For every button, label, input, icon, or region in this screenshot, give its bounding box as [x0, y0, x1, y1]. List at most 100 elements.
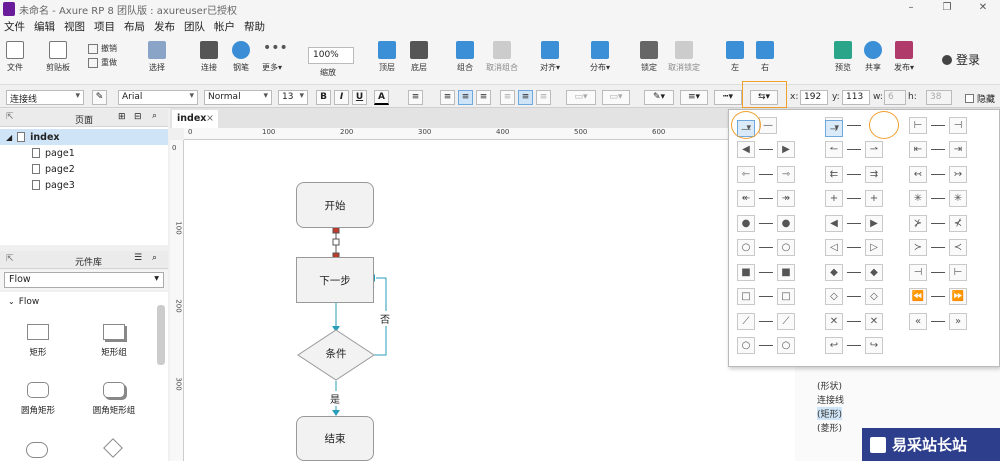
arrow-end-option[interactable]: ○ [777, 239, 795, 256]
page-item-index[interactable]: ◢ index [0, 129, 168, 145]
page-item-page3[interactable]: page3 [0, 177, 168, 193]
arrow-end-option[interactable]: + [865, 190, 883, 207]
search-icon[interactable]: ⌕ [152, 111, 157, 121]
collapse-icon[interactable]: ⇱ [6, 254, 14, 264]
clipboard-button[interactable]: 剪贴板 [46, 41, 70, 73]
weight-select[interactable]: Normal [204, 90, 272, 105]
arrow-end-option[interactable]: ◆ [865, 263, 883, 281]
undo-button[interactable]: 撤销 [88, 43, 117, 54]
publish-button[interactable]: 发布▾ [894, 41, 914, 73]
outline-item[interactable]: (菱形) [817, 421, 842, 434]
arrow-option[interactable]: ↞ ↠ [737, 190, 795, 208]
format-painter-icon[interactable]: ✎ [92, 90, 107, 105]
tab-index[interactable]: index × [172, 110, 218, 128]
preview-button[interactable]: 预览 [834, 41, 852, 73]
italic-button[interactable]: I [334, 90, 349, 105]
ungroup-button[interactable]: 取消组合 [486, 41, 518, 73]
arrow-option[interactable]: + + [825, 190, 883, 208]
arrow-option[interactable]: ↩ ↪ [825, 337, 883, 355]
style-select[interactable]: 连接线 [6, 90, 84, 105]
menu-file[interactable]: 文件 [4, 19, 25, 34]
library-section[interactable]: ⌄ Flow [8, 297, 39, 307]
arrow-option[interactable]: ⇇ ⇉ [825, 165, 883, 183]
arrow-start-option[interactable]: ⇤ [909, 141, 927, 158]
collapse-icon[interactable]: ⇱ [6, 112, 14, 122]
line-color-icon[interactable]: ✎▾ [644, 90, 674, 105]
arrow-option[interactable]: ⊢ ⊣ [909, 116, 967, 134]
search-icon[interactable]: ⌕ [152, 253, 157, 263]
arrow-option[interactable]: ○ ○ [737, 239, 795, 257]
distribute-button[interactable]: 分布▾ [590, 41, 610, 73]
arrow-option[interactable]: ≻ ≺ [909, 239, 967, 257]
widget-rectangle-group[interactable]: 矩形组 [84, 324, 144, 358]
arrow-start-option[interactable]: ● [737, 214, 755, 232]
arrow-end-option[interactable]: ▷ [865, 239, 883, 256]
arrow-end-option[interactable]: » [949, 312, 967, 330]
arrow-start-option[interactable]: ↢ [909, 165, 927, 183]
arrow-option[interactable]: ◁ ▷ [825, 239, 883, 257]
add-folder-icon[interactable]: ⊟ [134, 112, 142, 122]
shadow-icon[interactable]: ▭▾ [602, 90, 630, 105]
arrow-start-option[interactable]: ⊢ [909, 116, 927, 134]
bring-top-button[interactable]: 顶层 [378, 41, 396, 73]
arrow-end-option[interactable]: ● [777, 214, 795, 232]
redo-button[interactable]: 重做 [88, 57, 117, 68]
align-right-icon[interactable]: ≡ [476, 90, 491, 105]
menu-layout[interactable]: 布局 [124, 19, 145, 34]
arrow-option[interactable]: ↼ ⇀ [825, 141, 883, 159]
arrow-start-option[interactable]: ◇ [825, 288, 843, 305]
menu-edit[interactable]: 编辑 [34, 19, 55, 34]
arrow-option[interactable]: ■ ■ [737, 263, 795, 281]
menu-help[interactable]: 帮助 [244, 19, 265, 34]
arrow-option[interactable]: ⇤ ⇥ [909, 141, 967, 159]
fill-color-icon[interactable]: ▭▾ [566, 90, 596, 105]
arrow-end-option[interactable]: ⇀ [865, 141, 883, 158]
y-field[interactable]: 113 [842, 90, 870, 105]
arrow-start-option[interactable]: « [909, 312, 927, 330]
valign-middle-icon[interactable]: ≡ [518, 90, 533, 105]
font-color-button[interactable]: A [374, 90, 389, 105]
arrow-option[interactable]: ✕ ✕ [825, 312, 883, 330]
share-button[interactable]: 共享 [864, 41, 882, 73]
flow-node-start[interactable]: 开始 [296, 182, 374, 228]
arrow-option[interactable]: ⊣ ⊢ [909, 263, 967, 281]
arrow-option[interactable]: ● ● [737, 214, 795, 232]
arrow-start-option[interactable]: ⊁ [909, 214, 927, 232]
arrow-end-option[interactable]: ⇉ [865, 165, 883, 183]
arrow-end-option[interactable]: ↣ [949, 165, 967, 183]
menu-icon[interactable]: ☰ [134, 253, 142, 263]
arrow-option[interactable]: ↢ ↣ [909, 165, 967, 183]
arrow-start-option[interactable]: ↼ [825, 141, 843, 158]
arrow-option[interactable]: ⏪ ⏩ [909, 288, 967, 306]
outline-item[interactable]: (形状) [817, 379, 842, 392]
menu-publish[interactable]: 发布 [154, 19, 175, 34]
arrow-start-option[interactable]: ○ [737, 239, 755, 256]
arrow-end-option[interactable]: ⇥ [949, 141, 967, 158]
send-bottom-button[interactable]: 底层 [410, 41, 428, 73]
page-item-page1[interactable]: page1 [0, 145, 168, 161]
menu-team[interactable]: 团队 [184, 19, 205, 34]
flow-node-condition[interactable]: 条件 [318, 346, 354, 361]
arrow-end-option[interactable]: ◇ [865, 288, 883, 305]
align-button[interactable]: 对齐▾ [540, 41, 560, 73]
lock-button[interactable]: 锁定 [640, 41, 658, 73]
arrow-end-option[interactable]: ≺ [949, 239, 967, 256]
arrow-start-option[interactable]: ↩ [825, 337, 843, 354]
arrow-start-option[interactable]: ◀ [737, 141, 755, 158]
arrow-option[interactable]: ◀ ▶ [825, 214, 883, 232]
align-center-icon[interactable]: ≡ [458, 90, 473, 105]
size-select[interactable]: 13 [278, 90, 308, 105]
expand-icon[interactable]: ◢ [6, 133, 12, 142]
zoom-select[interactable]: 100% [308, 47, 354, 64]
arrow-start-option[interactable]: ◆ [825, 263, 843, 281]
h-field[interactable]: 38 [926, 90, 952, 105]
arrow-start-option[interactable]: ⏪ [909, 288, 927, 305]
arrow-start-option[interactable]: ✕ [825, 312, 843, 330]
menu-project[interactable]: 项目 [94, 19, 115, 34]
widget-rectangle[interactable]: 矩形 [8, 324, 68, 358]
minimize-button[interactable]: – [904, 2, 918, 13]
arrow-end-option[interactable]: ⇾ [777, 165, 795, 183]
bold-button[interactable]: B [316, 90, 331, 105]
arrow-start-option[interactable]: + [825, 190, 843, 207]
terminator-icon[interactable] [26, 442, 48, 458]
